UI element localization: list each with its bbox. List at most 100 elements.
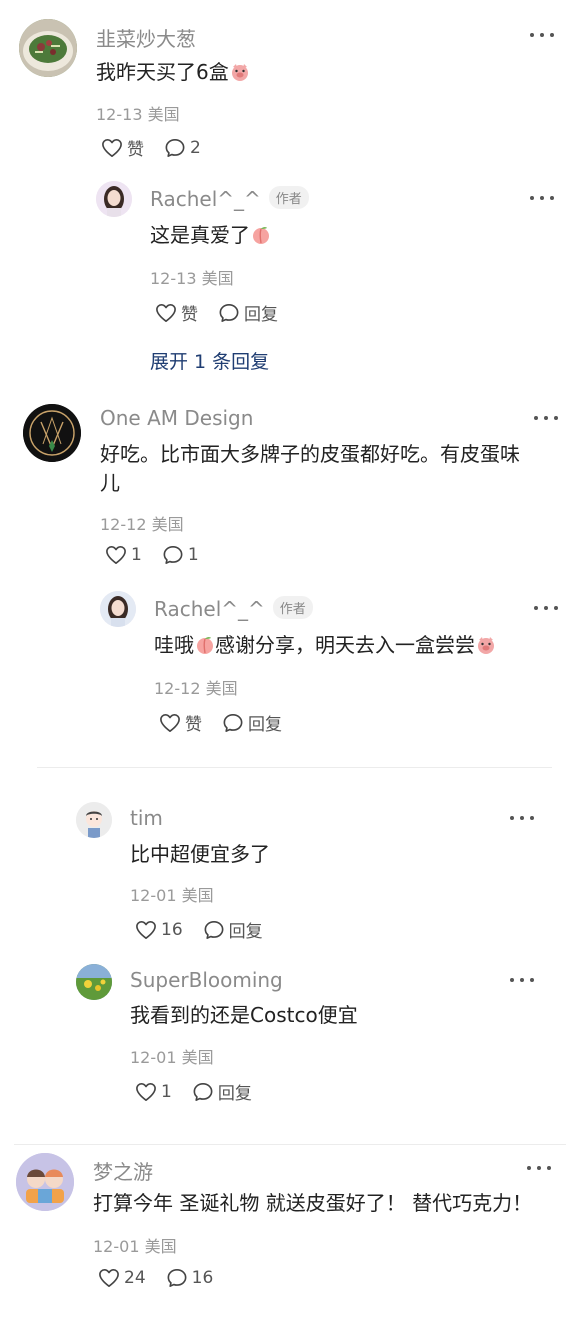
- avatar[interactable]: [76, 802, 112, 838]
- reply-label: 回复: [228, 922, 263, 942]
- reply-location: 美国: [181, 886, 214, 905]
- speech-bubble-icon: [167, 1269, 187, 1287]
- comment-meta: 12-12 美国: [100, 511, 184, 535]
- like-label: 赞: [185, 715, 202, 735]
- username[interactable]: 韭菜炒大葱: [96, 23, 196, 52]
- reply-location: 美国: [181, 1048, 214, 1067]
- more-icon[interactable]: [510, 970, 534, 990]
- more-icon[interactable]: [510, 808, 534, 828]
- pig-emoji-icon: [231, 64, 248, 81]
- reply-label: 回复: [217, 1084, 252, 1104]
- heart-outline-icon: [102, 138, 122, 157]
- like-button[interactable]: 24: [98, 1268, 146, 1288]
- reply-text: 哇哦 感谢分享，明天去入一盒尝尝: [154, 631, 496, 660]
- avatar[interactable]: [16, 1153, 74, 1211]
- username[interactable]: Rachel^_^ 作者: [150, 186, 309, 211]
- reply-actions: 赞 回复: [155, 300, 298, 325]
- username-text: Rachel^_^: [154, 597, 265, 621]
- peach-emoji-icon: [197, 637, 213, 654]
- avatar[interactable]: [23, 404, 81, 462]
- speech-bubble-icon: [223, 713, 243, 732]
- heart-outline-icon: [99, 1269, 119, 1287]
- like-button[interactable]: 1: [135, 1082, 172, 1102]
- like-button[interactable]: 赞: [155, 300, 198, 325]
- reply-label: 回复: [244, 305, 278, 325]
- reply-text: 这是真爱了: [150, 221, 271, 250]
- comment-meta: 12-01 美国: [93, 1233, 177, 1257]
- like-count: 16: [161, 919, 183, 940]
- divider: [37, 767, 552, 768]
- avatar[interactable]: [96, 181, 132, 217]
- reply-text: 比中超便宜多了: [130, 842, 270, 866]
- author-badge: 作者: [268, 186, 309, 209]
- author-badge: 作者: [272, 596, 313, 619]
- avatar[interactable]: [19, 19, 77, 77]
- reply-meta: 12-13 美国: [150, 265, 234, 289]
- reply-button[interactable]: 回复: [222, 710, 282, 735]
- more-icon[interactable]: [534, 598, 558, 618]
- reply-location: 美国: [201, 269, 234, 288]
- like-count: 1: [131, 545, 142, 565]
- reply-button[interactable]: 回复: [203, 917, 263, 942]
- username[interactable]: 梦之游: [93, 1156, 153, 1185]
- like-label: 赞: [181, 305, 198, 325]
- comment-text-line: 儿: [100, 471, 120, 495]
- avatar[interactable]: [76, 964, 112, 1000]
- like-count: 1: [161, 1081, 172, 1102]
- divider: [14, 1144, 566, 1145]
- like-button[interactable]: 赞: [101, 135, 144, 160]
- comment-actions: 1 1: [105, 545, 219, 565]
- more-icon[interactable]: [530, 188, 554, 208]
- heart-outline-icon: [136, 1082, 156, 1101]
- more-icon[interactable]: [530, 25, 554, 45]
- speech-bubble-icon: [204, 920, 224, 939]
- reply-meta: 12-01 美国: [130, 1044, 214, 1068]
- reply-actions: 赞 回复: [159, 710, 302, 735]
- comment-text-content: 我昨天买了6盒: [96, 60, 229, 84]
- avatar[interactable]: [100, 591, 136, 627]
- reply-date: 12-13: [150, 269, 197, 288]
- reply-date: 12-12: [154, 679, 201, 698]
- comment-text: 好吃。比市面大多牌子的皮蛋都好吃。有皮蛋味 儿: [100, 440, 520, 498]
- comment-meta: 12-13 美国: [96, 101, 180, 125]
- reply-button[interactable]: 回复: [192, 1079, 252, 1104]
- comment-location: 美国: [144, 1237, 177, 1256]
- comment-location: 美国: [151, 515, 184, 534]
- speech-bubble-icon: [165, 138, 185, 157]
- comment-actions: 赞 2: [101, 135, 221, 160]
- reply-text-content: 这是真爱了: [150, 223, 250, 247]
- reply-button[interactable]: 2: [164, 138, 201, 158]
- comment-actions: 24 16: [98, 1268, 233, 1288]
- like-button[interactable]: 1: [105, 545, 142, 565]
- reply-count: 16: [191, 1268, 214, 1288]
- more-icon[interactable]: [534, 408, 558, 428]
- username[interactable]: tim: [130, 806, 163, 830]
- username[interactable]: Rachel^_^ 作者: [154, 596, 313, 621]
- reply-actions: 1 回复: [135, 1079, 272, 1104]
- speech-bubble-icon: [219, 303, 239, 322]
- reply-count: 2: [190, 137, 201, 158]
- reply-meta: 12-01 美国: [130, 882, 214, 906]
- username[interactable]: One AM Design: [100, 406, 253, 430]
- heart-outline-icon: [160, 713, 180, 732]
- like-label: 赞: [127, 140, 144, 160]
- username[interactable]: SuperBlooming: [130, 968, 283, 992]
- comment-date: 12-12: [100, 515, 147, 534]
- comment-text-line: 好吃。比市面大多牌子的皮蛋都好吃。有皮蛋味: [100, 442, 520, 466]
- reply-button[interactable]: 回复: [218, 300, 278, 325]
- reply-button[interactable]: 1: [162, 545, 199, 565]
- like-button[interactable]: 16: [135, 920, 183, 940]
- reply-text-part: 哇哦: [154, 633, 194, 657]
- comment-location: 美国: [147, 105, 180, 124]
- reply-button[interactable]: 16: [166, 1268, 214, 1288]
- pig-emoji-icon: [478, 637, 494, 654]
- reply-text: 我看到的还是Costco便宜: [130, 1003, 358, 1027]
- expand-replies-link[interactable]: 展开 1 条回复: [150, 347, 269, 374]
- heart-outline-icon: [156, 303, 176, 322]
- reply-count: 1: [187, 545, 199, 565]
- reply-meta: 12-12 美国: [154, 675, 238, 699]
- heart-outline-icon: [136, 920, 156, 939]
- like-button[interactable]: 赞: [159, 710, 202, 735]
- comment-text: 打算今年 圣诞礼物 就送皮蛋好了！ 替代巧克力！: [93, 1191, 533, 1215]
- more-icon[interactable]: [527, 1158, 551, 1178]
